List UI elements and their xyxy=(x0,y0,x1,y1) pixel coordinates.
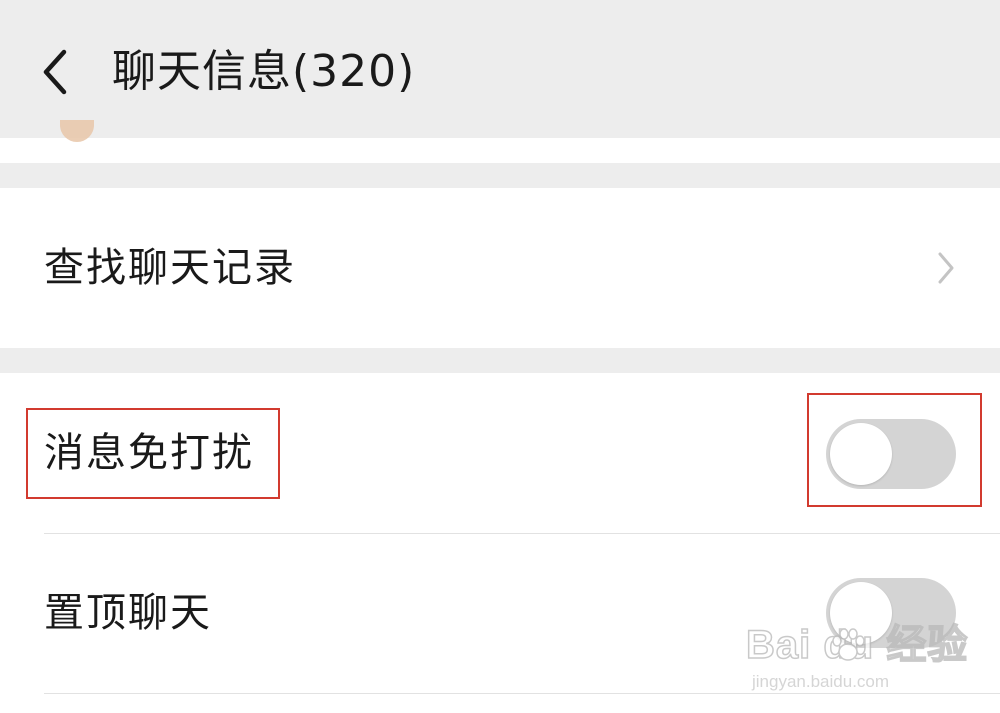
mute-notifications-label: 消息免打扰 xyxy=(44,430,254,476)
pin-chat-label: 置顶聊天 xyxy=(44,590,212,636)
mute-notifications-toggle[interactable] xyxy=(826,419,956,489)
mute-notifications-row: 消息免打扰 xyxy=(0,373,1000,533)
chevron-left-icon xyxy=(43,49,67,95)
chat-settings-card: 消息免打扰 置顶聊天 xyxy=(0,373,1000,713)
search-chat-history-label: 查找聊天记录 xyxy=(44,245,296,291)
toggle-knob xyxy=(830,423,892,485)
header-bar: 聊天信息(320) xyxy=(0,0,1000,138)
search-chat-history-row[interactable]: 查找聊天记录 xyxy=(0,188,1000,348)
chevron-right-icon xyxy=(938,252,954,284)
toggle-knob xyxy=(830,582,892,644)
pin-chat-row: 置顶聊天 xyxy=(0,533,1000,693)
search-card: 查找聊天记录 xyxy=(0,188,1000,348)
members-section-edge xyxy=(0,138,1000,163)
pin-chat-toggle[interactable] xyxy=(826,578,956,648)
chat-info-page: 聊天信息(320) 查找聊天记录 消息免打扰 置顶聊天 Bai du 经验 ji… xyxy=(0,0,1000,713)
back-button[interactable] xyxy=(32,42,80,102)
divider xyxy=(44,693,1000,694)
page-title: 聊天信息(320) xyxy=(112,46,416,97)
